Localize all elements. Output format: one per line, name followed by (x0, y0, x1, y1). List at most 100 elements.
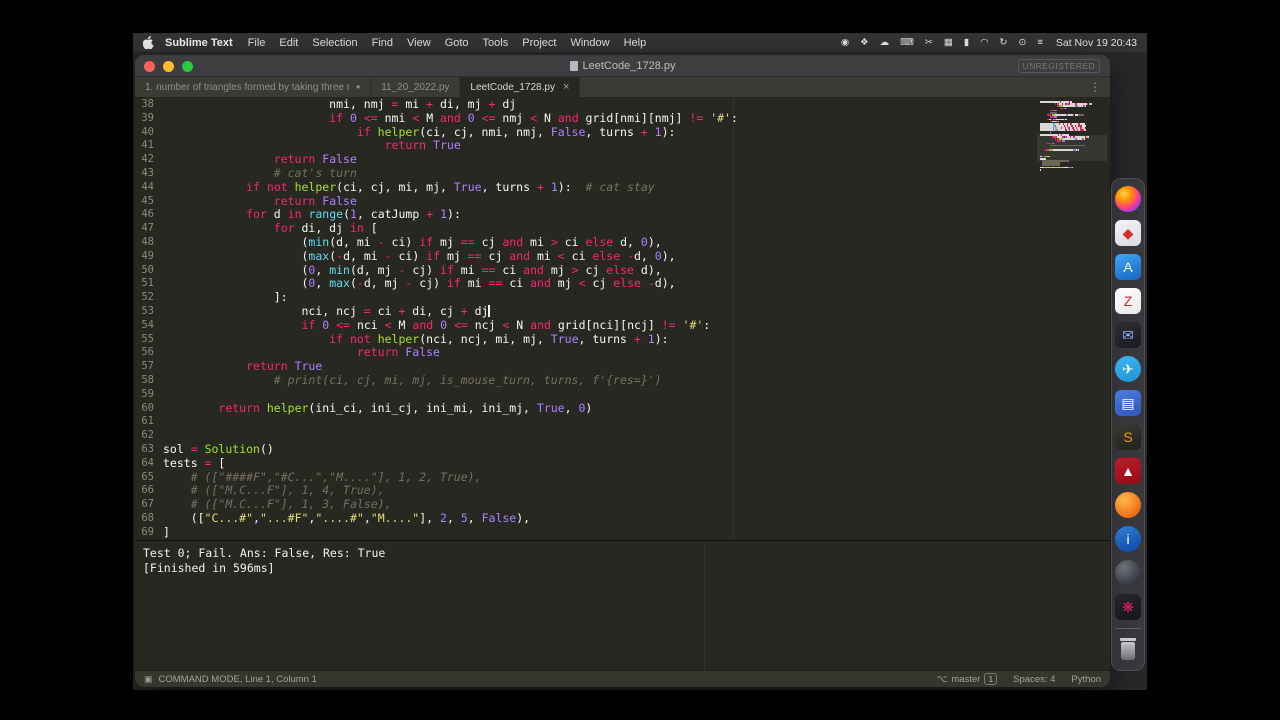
code-line[interactable]: 49 (max(-d, mi - ci) if mj == cj and mi … (135, 249, 738, 264)
menu-item-project[interactable]: Project (522, 37, 556, 49)
code-line[interactable]: 67 # (["M.C...F"], 1, 3, False), (135, 497, 738, 512)
spotlight-icon[interactable]: ⊙ (1018, 38, 1026, 48)
firefox-icon[interactable] (1115, 186, 1141, 212)
code-text: # cat's turn (273, 165, 357, 180)
minimize-window-button[interactable] (163, 61, 174, 72)
menu-item-window[interactable]: Window (570, 37, 609, 49)
code-line[interactable]: 54 if 0 <= nci < M and 0 <= ncj < N and … (135, 318, 738, 333)
blue-app-icon[interactable]: A (1115, 254, 1141, 280)
line-number: 59 (141, 387, 154, 400)
icloud-icon[interactable]: ☁ (880, 38, 890, 48)
dock: ◆ A Z ✉ ✈ ▤ S ▲ i ❋ (1111, 178, 1145, 671)
code-line[interactable]: 56 return False (135, 345, 738, 360)
code-line[interactable]: 66 # (["M.C...F"], 1, 4, True), (135, 483, 738, 498)
menu-item-find[interactable]: Find (372, 37, 393, 49)
code-line[interactable]: 52 ]: (135, 290, 738, 305)
code-line[interactable]: 64 tests = [ (135, 456, 738, 471)
code-line[interactable]: 58 # print(ci, cj, mi, mj, is_mouse_turn… (135, 373, 738, 388)
time-machine-icon[interactable]: ↻ (999, 38, 1007, 48)
code-line[interactable]: 38 nmi, nmj = mi + di, mj + dj (135, 98, 738, 112)
acrobat-icon[interactable]: ▲ (1115, 458, 1141, 484)
media-app-icon[interactable]: ❋ (1115, 594, 1141, 620)
code-line[interactable]: 39 if 0 <= nmi < M and 0 <= nmj < N and … (135, 111, 738, 126)
mail-app-icon[interactable]: ✉ (1115, 322, 1141, 348)
code-line[interactable]: 45 return False (135, 194, 738, 209)
code-line[interactable]: 41 return True (135, 138, 738, 153)
git-branch-indicator[interactable]: ⌥ master 1 (936, 673, 998, 685)
code-line[interactable]: 42 return False (135, 152, 738, 167)
menu-item-tools[interactable]: Tools (483, 37, 509, 49)
orange-app-icon[interactable] (1115, 492, 1141, 518)
syntax-setting[interactable]: Python (1071, 674, 1101, 685)
menu-item-view[interactable]: View (407, 37, 431, 49)
apple-menu[interactable] (143, 36, 154, 49)
code-line[interactable]: 61 (135, 415, 738, 429)
code-line[interactable]: 40 if helper(ci, cj, nmi, nmj, False, tu… (135, 125, 738, 140)
menu-item-file[interactable]: File (248, 37, 266, 49)
trash-lid (1120, 638, 1136, 641)
security-app-icon[interactable]: ◆ (1115, 220, 1141, 246)
code-line[interactable]: 63 sol = Solution() (135, 442, 738, 457)
title-bar[interactable]: LeetCode_1728.py UNREGISTERED (135, 55, 1110, 77)
notes-app-icon-glyph: ▤ (1121, 395, 1135, 411)
battery-icon[interactable]: ▮ (964, 38, 969, 48)
stage-manager-icon[interactable]: ❖ (860, 38, 869, 48)
line-number: 69 (141, 525, 154, 538)
trash-icon[interactable] (1115, 637, 1141, 663)
tab-3[interactable]: LeetCode_1728.py × (460, 77, 581, 97)
keyboard-icon[interactable]: ⌨ (900, 38, 914, 48)
code-line[interactable]: 69] (135, 525, 738, 540)
tab-1[interactable]: 1. number of triangles formed by taking … (135, 77, 372, 97)
line-number: 64 (141, 456, 154, 469)
messenger-app-icon[interactable]: ✈ (1115, 356, 1141, 382)
menu-app-name[interactable]: Sublime Text (165, 37, 233, 49)
info-app-icon[interactable]: i (1115, 526, 1141, 552)
code-line[interactable]: 48 (min(d, mi - ci) if mj == cj and mi >… (135, 235, 738, 250)
code-line[interactable]: 65 # (["####F","#C...","M...."], 1, 2, T… (135, 470, 738, 485)
code-line[interactable]: 57 return True (135, 359, 738, 374)
code-line[interactable]: 53 nci, ncj = ci + di, cj + dj (135, 304, 738, 319)
code-text: if not helper(nci, ncj, mi, mj, True, tu… (329, 331, 669, 346)
code-text: for di, dj in [ (273, 221, 378, 236)
code-line[interactable]: 60 return helper(ini_ci, ini_cj, ini_mi,… (135, 401, 738, 416)
menu-item-edit[interactable]: Edit (279, 37, 298, 49)
globe-app-icon[interactable] (1115, 560, 1141, 586)
line-number: 62 (141, 429, 154, 442)
menu-item-help[interactable]: Help (624, 37, 647, 49)
tab-close-icon[interactable]: × (563, 81, 569, 93)
tab-2[interactable]: 11_20_2022.py (371, 77, 461, 97)
code-line[interactable]: 51 (0, max(-d, mj - cj) if mi == ci and … (135, 276, 738, 291)
code-line[interactable]: 50 (0, min(d, mj - cj) if mi == ci and m… (135, 263, 738, 278)
menu-item-goto[interactable]: Goto (445, 37, 469, 49)
code-line[interactable]: 47 for di, dj in [ (135, 221, 738, 236)
status-bar: ▣ COMMAND MODE, Line 1, Column 1 ⌥ maste… (135, 670, 1110, 687)
close-window-button[interactable] (144, 61, 155, 72)
code-line[interactable]: 46 for d in range(1, catJump + 1): (135, 207, 738, 222)
control-center-icon[interactable]: ≡ (1037, 38, 1043, 48)
code-line[interactable]: 68 (["C...#","...#F","....#","M...."], 2… (135, 511, 738, 526)
zotero-icon[interactable]: Z (1115, 288, 1141, 314)
code-line[interactable]: 62 (135, 429, 738, 443)
code-line[interactable]: 59 (135, 388, 738, 402)
stats-icon[interactable]: ▦ (944, 38, 953, 48)
sublime-text-icon[interactable]: S (1115, 424, 1141, 450)
menu-clock[interactable]: Sat Nov 19 20:43 (1056, 37, 1137, 49)
tab-overflow-button[interactable]: ⋮ (1080, 80, 1110, 94)
zoom-window-button[interactable] (182, 61, 193, 72)
tab-label: 1. number of triangles formed by taking … (145, 81, 350, 93)
line-number: 39 (141, 111, 154, 124)
line-number: 66 (141, 484, 154, 497)
minimap[interactable] (1037, 101, 1107, 171)
code-editor[interactable]: 38 nmi, nmj = mi + di, mj + dj 39 if 0 <=… (135, 98, 1110, 540)
notes-app-icon[interactable]: ▤ (1115, 390, 1141, 416)
indentation-setting[interactable]: Spaces: 4 (1013, 674, 1055, 685)
sublime-text-window: LeetCode_1728.py UNREGISTERED 1. number … (135, 55, 1110, 687)
menu-item-selection[interactable]: Selection (312, 37, 357, 49)
snip-icon[interactable]: ✂ (925, 38, 933, 48)
screen-record-icon[interactable]: ◉ (841, 38, 849, 48)
code-line[interactable]: 44 if not helper(ci, cj, mi, mj, True, t… (135, 180, 738, 195)
wifi-icon[interactable]: ◠ (980, 38, 988, 48)
code-line[interactable]: 43 # cat's turn (135, 165, 738, 181)
code-line[interactable]: 55 if not helper(nci, ncj, mi, mj, True,… (135, 331, 738, 347)
code-text: nmi, nmj = mi + di, mj + dj (163, 98, 517, 111)
